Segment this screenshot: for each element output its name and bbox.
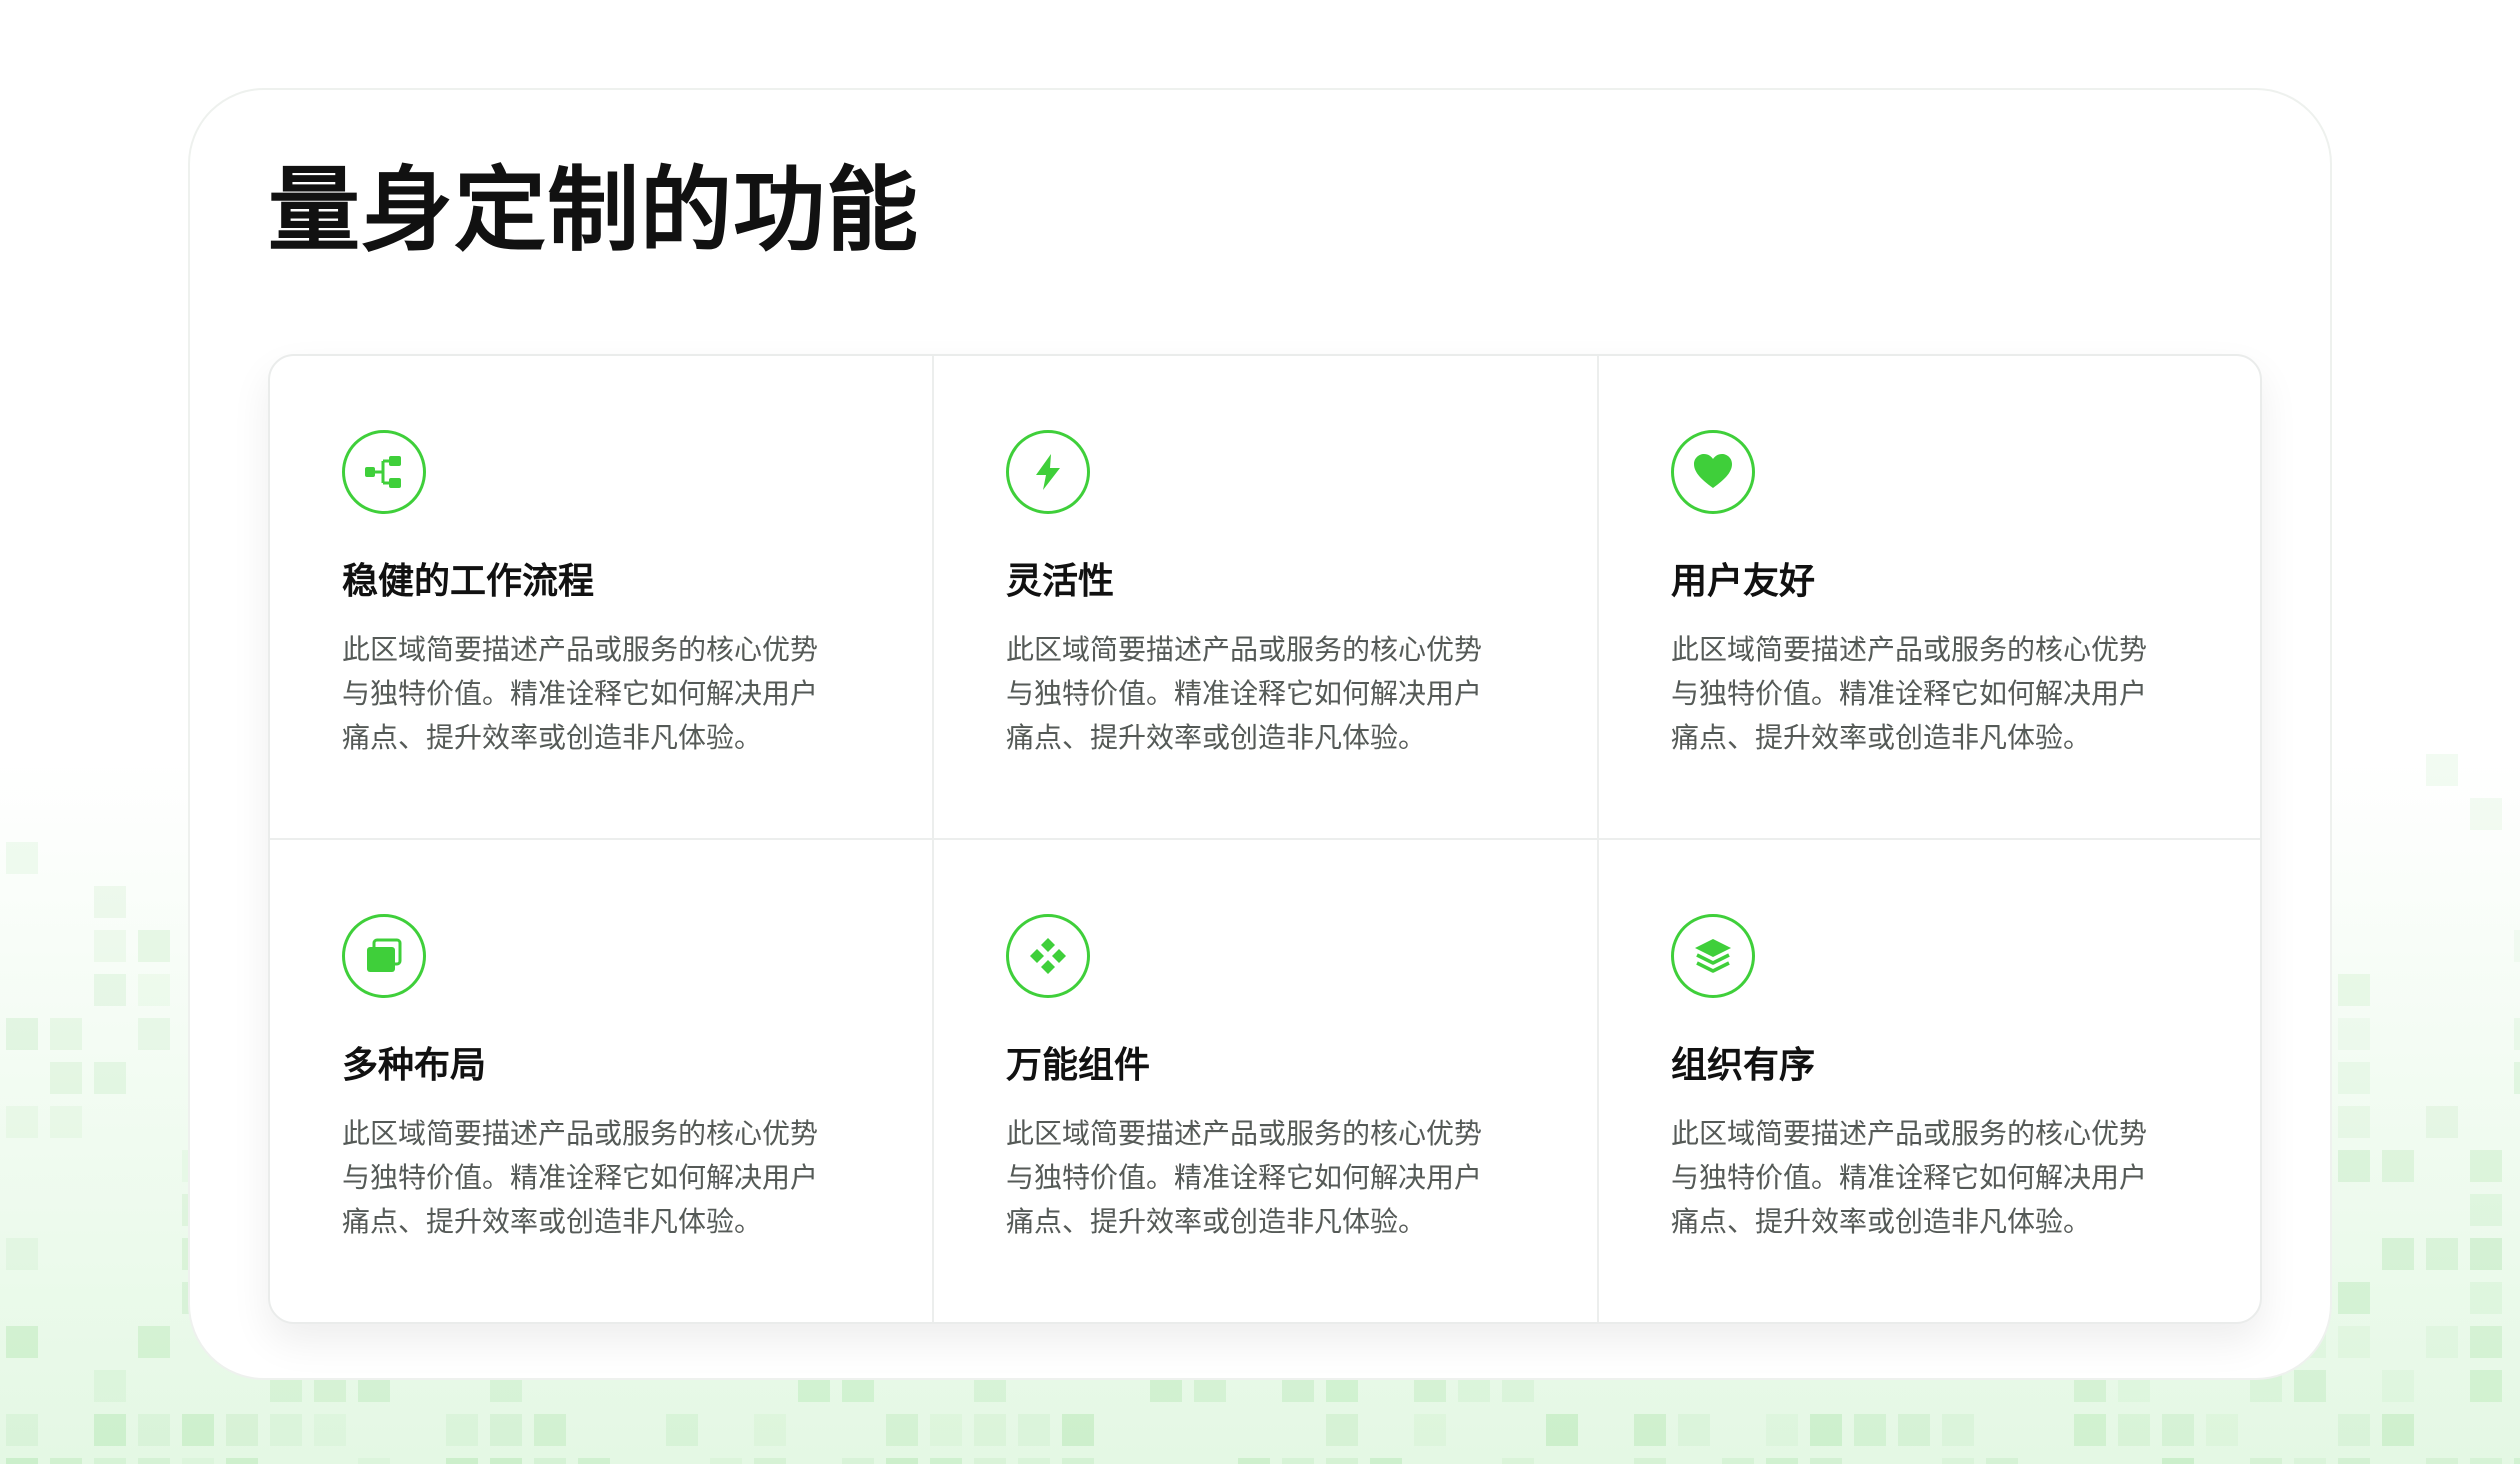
feature-description: 此区域简要描述产品或服务的核心优势与独特价值。精准诠释它如何解决用户痛点、提升效… [1006,633,1483,754]
feature-card-workflow: 稳健的工作流程 此区域简要描述产品或服务的核心优势与独特价值。精准诠释它如何解决… [270,356,934,840]
feature-description: 此区域简要描述产品或服务的核心优势与独特价值。精准诠释它如何解决用户痛点、提升效… [1006,1117,1483,1238]
feature-title: 多种布局 [342,1045,487,1086]
feature-title: 组织有序 [1671,1045,1816,1086]
feature-card-user-friendly: 用户友好 此区域简要描述产品或服务的核心优势与独特价值。精准诠释它如何解决用户痛… [1599,356,2260,840]
layout-icon [342,914,426,998]
components-icon [1006,914,1090,998]
feature-card-flexibility: 灵活性 此区域简要描述产品或服务的核心优势与独特价值。精准诠释它如何解决用户痛点… [934,356,1599,840]
feature-card-components: 万能组件 此区域简要描述产品或服务的核心优势与独特价值。精准诠释它如何解决用户痛… [934,840,1599,1322]
feature-description: 此区域简要描述产品或服务的核心优势与独特价值。精准诠释它如何解决用户痛点、提升效… [1671,1117,2148,1238]
layers-icon [1671,914,1755,998]
feature-title: 稳健的工作流程 [342,561,595,602]
workflow-icon [342,430,426,514]
feature-title: 灵活性 [1006,561,1115,602]
feature-grid: 稳健的工作流程 此区域简要描述产品或服务的核心优势与独特价值。精准诠释它如何解决… [268,354,2262,1324]
feature-description: 此区域简要描述产品或服务的核心优势与独特价值。精准诠释它如何解决用户痛点、提升效… [342,633,819,754]
lightning-icon [1006,430,1090,514]
feature-title: 用户友好 [1671,561,1816,602]
feature-description: 此区域简要描述产品或服务的核心优势与独特价值。精准诠释它如何解决用户痛点、提升效… [342,1117,819,1238]
feature-card-layouts: 多种布局 此区域简要描述产品或服务的核心优势与独特价值。精准诠释它如何解决用户痛… [270,840,934,1322]
page-title: 量身定制的功能 [268,157,920,264]
feature-card-organized: 组织有序 此区域简要描述产品或服务的核心优势与独特价值。精准诠释它如何解决用户痛… [1599,840,2260,1322]
feature-title: 万能组件 [1006,1045,1151,1086]
feature-description: 此区域简要描述产品或服务的核心优势与独特价值。精准诠释它如何解决用户痛点、提升效… [1671,633,2148,754]
heart-icon [1671,430,1755,514]
